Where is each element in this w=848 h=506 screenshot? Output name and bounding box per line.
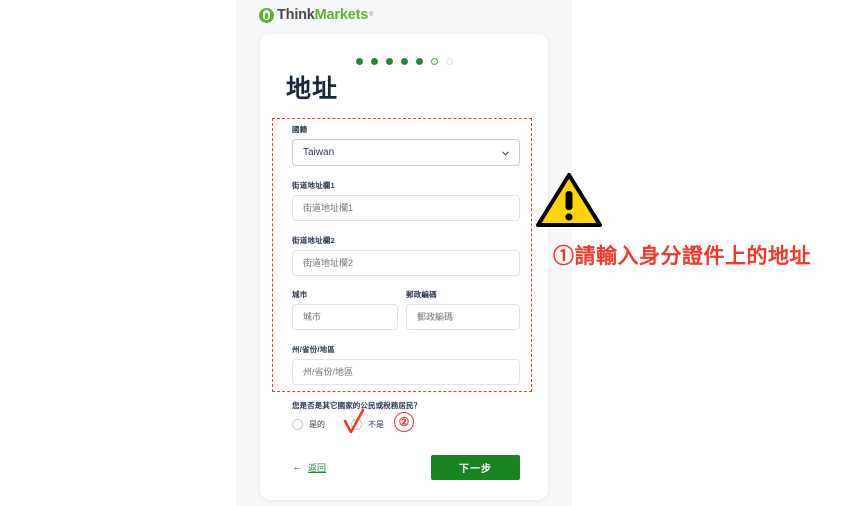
postal-code-field: 郵政編碼	[406, 289, 520, 330]
radio-label-yes: 是的	[309, 420, 325, 429]
back-link[interactable]: ← 返回	[292, 461, 326, 474]
state-province-input[interactable]	[292, 359, 520, 385]
progress-dots	[260, 58, 548, 65]
annotation-marker-2: ②	[394, 412, 414, 432]
chevron-down-icon	[502, 151, 509, 156]
progress-dot-5	[415, 58, 423, 65]
country-field: 國籍 Taiwan	[292, 124, 520, 166]
city-input[interactable]	[292, 304, 398, 330]
state-province-label: 州/省份/地區	[292, 345, 336, 354]
postal-code-label: 郵政編碼	[406, 290, 437, 299]
street1-field: 街道地址欄1	[292, 180, 520, 221]
radio-circle-yes[interactable]	[292, 419, 303, 430]
country-select-value: Taiwan	[303, 147, 335, 158]
radio-option-yes[interactable]: 是的	[292, 419, 325, 430]
back-arrow-icon: ←	[292, 461, 303, 473]
back-link-label: 返回	[308, 463, 327, 473]
country-select[interactable]: Taiwan	[292, 139, 520, 166]
street1-input[interactable]	[292, 195, 520, 221]
brand-name-markets: Markets	[314, 7, 369, 23]
screenshot-root: ThinkMarkets® 地址 國籍 Taiwan 街道地址欄1 街道地址欄2	[0, 0, 848, 506]
warning-triangle-icon	[536, 173, 602, 227]
street1-label: 街道地址欄1	[292, 181, 335, 190]
city-label: 城市	[292, 290, 308, 299]
progress-dot-2	[370, 58, 378, 65]
postal-code-input[interactable]	[406, 304, 520, 330]
red-checkmark-icon	[343, 409, 365, 434]
annotation-note-1: ①請輸入身分證件上的地址	[553, 244, 811, 268]
next-button[interactable]: 下一步	[431, 455, 520, 480]
progress-dot-6	[430, 58, 438, 65]
brand-name-think: Think	[277, 7, 315, 23]
radio-label-no: 不是	[368, 420, 384, 429]
street2-input[interactable]	[292, 250, 520, 276]
tax-residency-question-text: 您是否是其它國家的公民或稅務居民？	[292, 401, 422, 410]
street2-label: 街道地址欄2	[292, 236, 335, 245]
country-label: 國籍	[292, 125, 308, 134]
state-province-field: 州/省份/地區	[292, 344, 520, 385]
brand-logo: Think Markets ®	[259, 5, 374, 25]
page-title: 地址	[286, 75, 339, 103]
progress-dot-4	[400, 58, 408, 65]
progress-dot-7	[445, 58, 453, 65]
progress-dot-3	[385, 58, 393, 65]
city-field: 城市	[292, 289, 398, 330]
brand-trademark: ®	[369, 12, 374, 18]
street2-field: 街道地址欄2	[292, 235, 520, 276]
progress-dot-1	[355, 58, 363, 65]
thinkmarkets-logo-icon	[259, 7, 274, 23]
